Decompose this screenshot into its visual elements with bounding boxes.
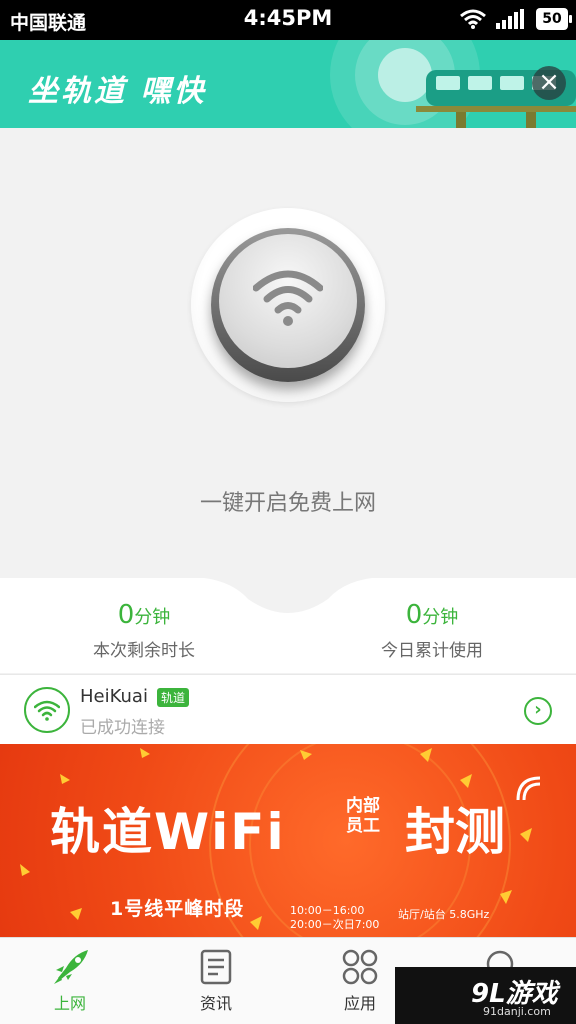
banner-tagline: 坐轨道 嘿快 <box>28 74 207 109</box>
promo-spec: 站厅/站台 5.8GHz <box>398 908 490 921</box>
promo-banner[interactable]: 轨道WiFi 内部 员工 封测 1号线平峰时段 10:00－16:00 20:0… <box>0 744 576 937</box>
promo-title-2: 封测 <box>405 803 505 861</box>
status-indicators: 50 <box>460 8 572 30</box>
network-row[interactable]: HeiKuai 轨道 已成功连接 › <box>0 674 576 744</box>
tab-internet[interactable]: 上网 <box>20 948 120 1014</box>
news-icon <box>196 948 236 986</box>
signal-icon <box>516 776 541 801</box>
today-usage-unit: 分钟 <box>422 607 459 628</box>
promo-line: 1号线平峰时段 <box>110 898 245 920</box>
network-status: 已成功连接 <box>80 718 165 738</box>
usage-stats-panel: 0分钟 本次剩余时长 0分钟 今日累计使用 <box>0 577 576 673</box>
today-usage-label: 今日累计使用 <box>381 641 483 661</box>
rocket-icon <box>50 948 90 986</box>
wifi-connect-button[interactable] <box>191 208 385 402</box>
promo-badge: 内部 员工 <box>346 796 380 836</box>
promo-times: 10:00－16:00 20:00－次日7:00 <box>290 904 380 931</box>
chevron-right-icon: › <box>534 699 542 720</box>
top-ad-banner[interactable]: 坐轨道 嘿快 × <box>0 40 576 128</box>
network-detail-button[interactable]: › <box>524 697 552 725</box>
cell-signal-icon <box>496 9 524 29</box>
remaining-time-stat: 0分钟 本次剩余时长 <box>0 600 288 661</box>
remaining-time-unit: 分钟 <box>134 607 171 628</box>
tab-news-label: 资讯 <box>199 994 232 1013</box>
status-bar: 中国联通 4:45PM 50 <box>0 0 576 40</box>
connect-hint-text: 一键开启免费上网 <box>199 491 376 516</box>
apps-icon <box>340 948 380 986</box>
watermark: 9L游戏 91danji.com <box>395 967 576 1024</box>
promo-title: 轨道WiFi <box>50 803 286 861</box>
battery-icon: 50 <box>536 8 572 30</box>
wifi-signal-icon <box>460 9 486 29</box>
tab-news[interactable]: 资讯 <box>166 948 266 1014</box>
network-tag-badge: 轨道 <box>157 688 190 707</box>
today-usage-value: 0 <box>405 600 423 630</box>
remaining-time-value: 0 <box>117 600 135 630</box>
network-wifi-icon <box>24 687 70 733</box>
close-icon: × <box>538 67 560 97</box>
wifi-icon <box>253 270 323 326</box>
watermark-url: 91danji.com <box>483 1005 551 1018</box>
network-name: HeiKuai <box>80 686 148 707</box>
main-connect-area: 一键开启免费上网 <box>0 128 576 578</box>
remaining-time-label: 本次剩余时长 <box>93 641 195 661</box>
tab-internet-label: 上网 <box>53 994 86 1013</box>
today-usage-stat: 0分钟 今日累计使用 <box>288 600 576 661</box>
close-banner-button[interactable]: × <box>532 66 566 100</box>
